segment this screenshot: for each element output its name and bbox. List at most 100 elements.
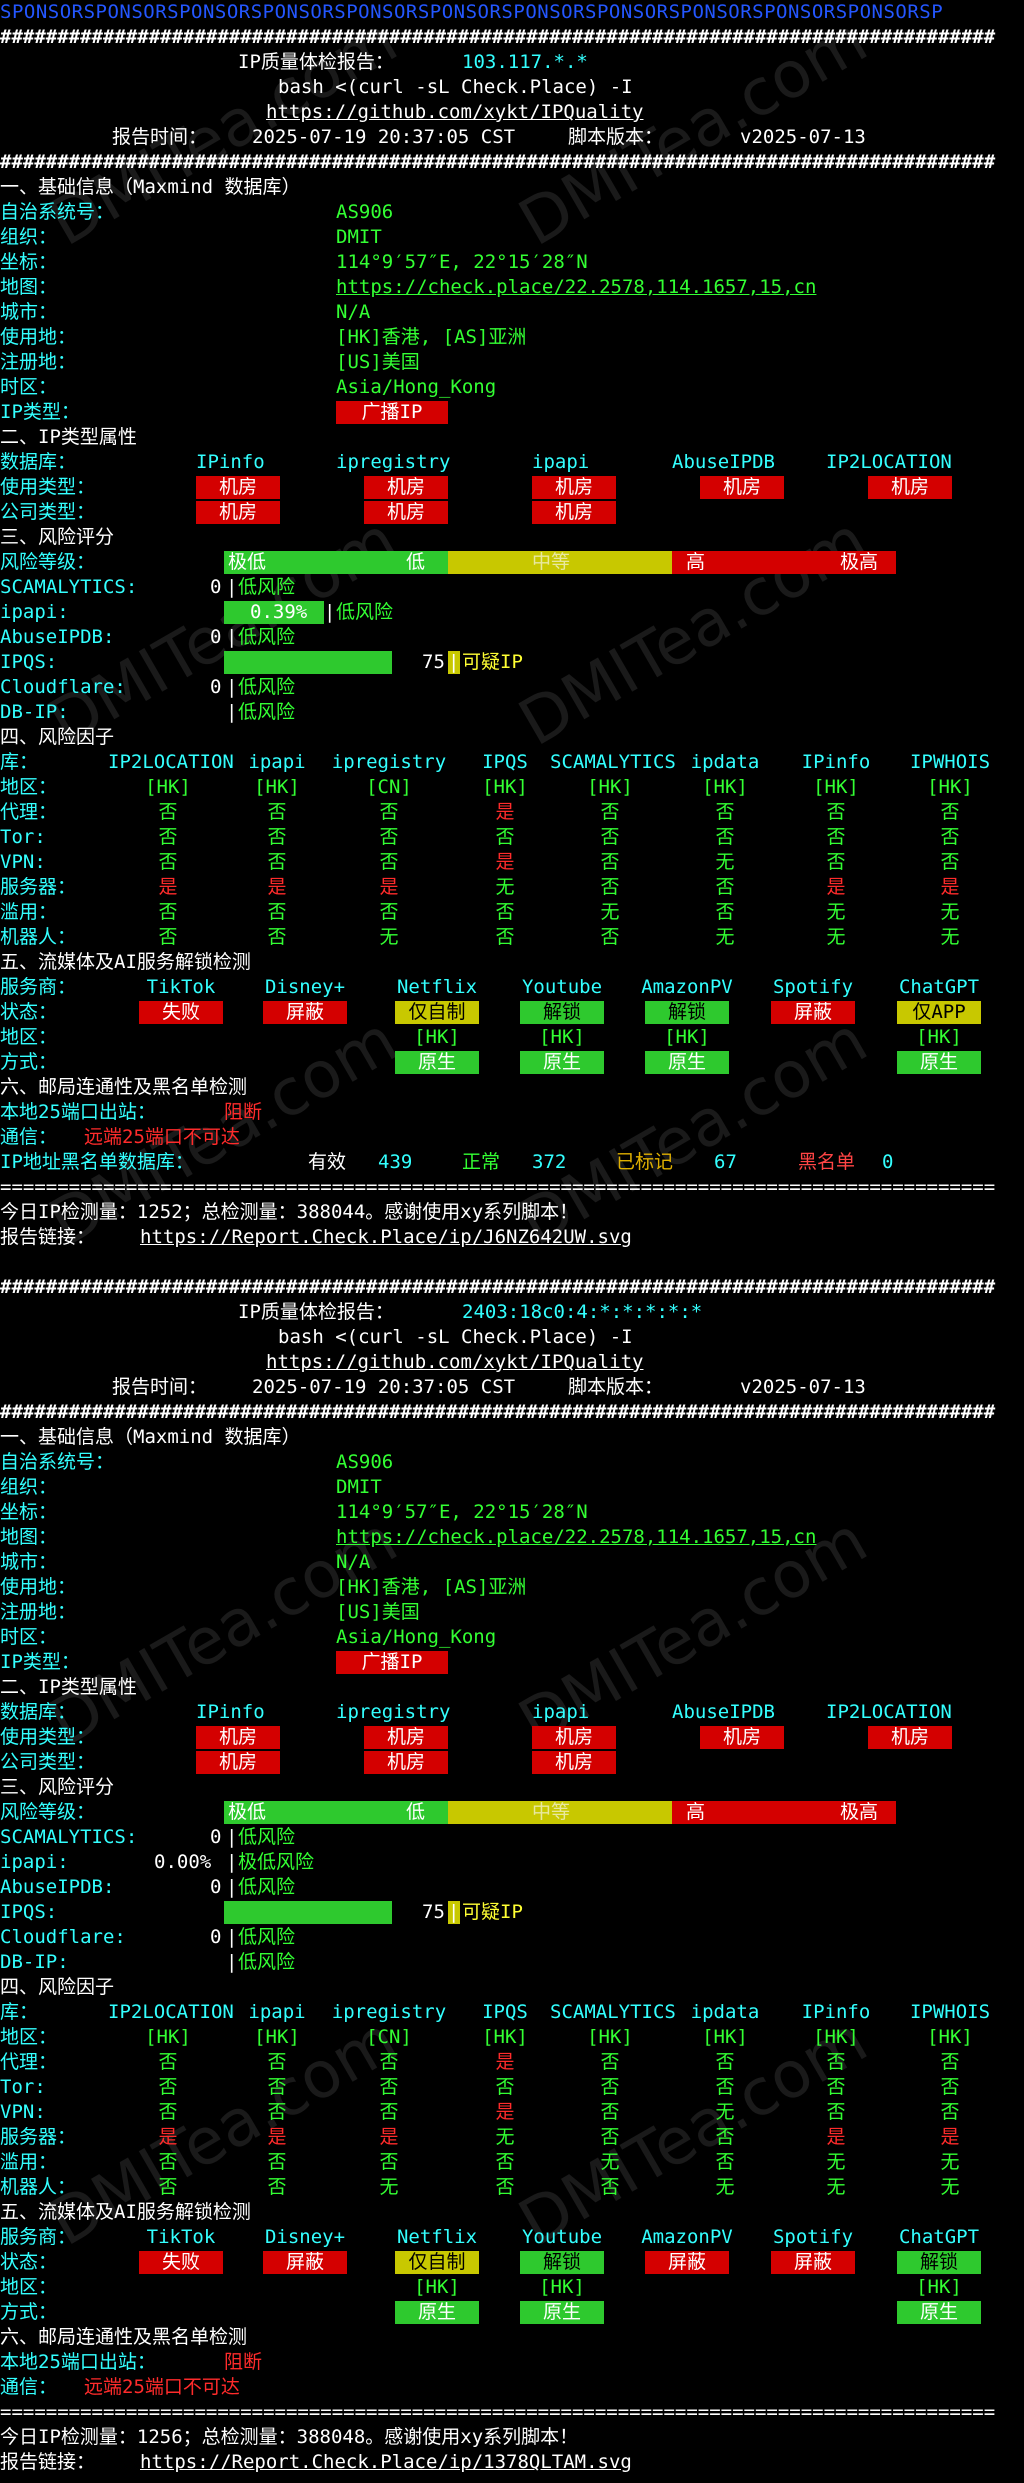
field-value: [HK]香港, [AS]亚洲 <box>336 1576 527 1598</box>
field-label: VPN: <box>0 851 46 873</box>
risk-text: 低风险 <box>238 576 296 598</box>
bar-sep: | <box>226 626 238 648</box>
factor-column-header: ipregistry <box>331 751 447 773</box>
risk-scale-label: 低 <box>406 551 426 573</box>
factor-column-header: IP2LOCATION <box>108 751 234 773</box>
service-status-tag: 屏蔽 <box>263 1001 347 1024</box>
factor-value: 无 <box>715 851 735 873</box>
map-link[interactable]: https://check.place/22.2578,114.1657,15,… <box>336 1525 816 1550</box>
factor-row: 服务器： 是 是 是 无 否 否 是 是 <box>0 875 1024 900</box>
eq-divider-text: ========================================… <box>0 1176 996 1198</box>
field-label: 风险等级： <box>0 551 96 573</box>
field-label: 地图： <box>0 1526 58 1548</box>
risk-text: 低风险 <box>238 1826 296 1848</box>
port25-status: 阻断 <box>224 1101 263 1123</box>
service-method-row: 方式： 原生 原生 原生 <box>0 2300 1024 2325</box>
factor-value: 无 <box>379 2176 399 2198</box>
factor-value: 否 <box>600 826 620 848</box>
service-region-row: 地区： [HK] [HK] [HK] <box>0 2275 1024 2300</box>
factor-value: [CN] <box>366 2026 412 2048</box>
factor-value: [HK] <box>482 776 528 798</box>
bl-normal-count: 372 <box>532 1151 567 1173</box>
field-label: 坐标： <box>0 251 58 273</box>
factor-value: 否 <box>940 2101 960 2123</box>
repo-link[interactable]: https://github.com/xykt/IPQuality <box>266 100 644 125</box>
bar-sep: | <box>226 1876 238 1898</box>
field-label: 组织： <box>0 1476 58 1498</box>
factor-value: [HK] <box>254 776 300 798</box>
db-column-header: ipregistry <box>336 451 451 473</box>
mail-comm-row: 通信： 远端25端口不可达 <box>0 1125 1024 1150</box>
field-label: 使用地： <box>0 1576 77 1598</box>
stats-row: 今日IP检测量：1256；总检测量：388048。感谢使用xy系列脚本！ <box>0 2425 1024 2450</box>
section-factors: 四、风险因子 <box>0 1975 1024 2000</box>
use-type-tag: 机房 <box>196 476 280 499</box>
risk-scale-label: 中等 <box>532 551 571 573</box>
risk-score: 0 <box>210 576 222 598</box>
company-type-tag: 机房 <box>196 1751 280 1774</box>
field-label: Cloudflare: <box>0 676 126 698</box>
factor-value: 无 <box>715 2101 735 2123</box>
factor-column-header: IPinfo <box>801 751 871 773</box>
scamalytics-row: SCAMALYTICS: 0 | 低风险 <box>0 575 1024 600</box>
usage-stats: 今日IP检测量：1252；总检测量：388044。感谢使用xy系列脚本！ <box>0 1201 579 1223</box>
section-title: 六、邮局连通性及黑名单检测 <box>0 2326 248 2348</box>
report-link[interactable]: https://Report.Check.Place/ip/J6NZ642UW.… <box>140 1225 632 1250</box>
factor-value: 否 <box>600 2101 620 2123</box>
factor-value: 是 <box>940 876 960 898</box>
service-status-tag: 仅自制 <box>395 1001 479 1024</box>
report-ip: 2403:18c0:4:*:*:*:*:* <box>462 1301 703 1323</box>
field-label: DB-IP: <box>0 1951 69 1973</box>
factor-column-header: IPWHOIS <box>909 751 991 773</box>
factor-value: 是 <box>495 2101 515 2123</box>
bar-sep: | <box>226 701 238 723</box>
command-line: bash <(curl -sL Check.Place) -I <box>0 75 1024 100</box>
field-label: 使用类型： <box>0 476 96 498</box>
company-type-tag: 机房 <box>532 1751 616 1774</box>
basic-info-row: 城市： N/A <box>0 1550 1024 1575</box>
section-mail: 六、邮局连通性及黑名单检测 <box>0 2325 1024 2350</box>
basic-info-row: 注册地： [US]美国 <box>0 1600 1024 1625</box>
basic-info-row: 城市： N/A <box>0 300 1024 325</box>
factor-value: 无 <box>495 2126 515 2148</box>
field-label: 使用类型： <box>0 1726 96 1748</box>
repo-link[interactable]: https://github.com/xykt/IPQuality <box>266 1350 644 1375</box>
bl-valid-count: 439 <box>378 1151 413 1173</box>
field-label: ipapi: <box>0 1851 69 1873</box>
service-status-tag: 屏蔽 <box>771 2251 855 2274</box>
field-value: 114°9′57″E, 22°15′28″N <box>336 1501 588 1523</box>
factor-value: 是 <box>379 2126 399 2148</box>
factor-row: Tor: 否 否 否 否 否 否 否 否 <box>0 2075 1024 2100</box>
report-link[interactable]: https://Report.Check.Place/ip/1378QLTAM.… <box>140 2450 632 2475</box>
factor-value: 否 <box>267 2176 287 2198</box>
factor-value: 否 <box>379 801 399 823</box>
db-column-header: ipapi <box>532 451 590 473</box>
factor-value: 否 <box>267 801 287 823</box>
service-status-tag: 解锁 <box>645 1001 729 1024</box>
factor-value: 否 <box>495 2176 515 2198</box>
bl-black-label: 黑名单 <box>798 1151 856 1173</box>
risk-score: 75 <box>422 651 445 673</box>
stats-row: 今日IP检测量：1252；总检测量：388044。感谢使用xy系列脚本！ <box>0 1200 1024 1225</box>
factor-value: 是 <box>158 876 178 898</box>
basic-info-row: 使用地： [HK]香港, [AS]亚洲 <box>0 325 1024 350</box>
service-status-tag: 仅自制 <box>395 2251 479 2274</box>
factor-value: [HK] <box>482 2026 528 2048</box>
map-link[interactable]: https://check.place/22.2578,114.1657,15,… <box>336 275 816 300</box>
field-value: AS906 <box>336 201 394 223</box>
cloudflare-row: Cloudflare: 0 | 低风险 <box>0 1925 1024 1950</box>
factor-value: 是 <box>826 2126 846 2148</box>
risk-score: 0 <box>210 1876 222 1898</box>
use-type-tag: 机房 <box>700 476 784 499</box>
type-db-header: 数据库： IPinfo ipregistry ipapi AbuseIPDB IP2LOC… <box>0 1700 1024 1725</box>
type-db-header: 数据库： IPinfo ipregistry ipapi AbuseIPDB IP2LOC… <box>0 450 1024 475</box>
field-label: 服务商： <box>0 976 77 998</box>
bar-sep: | <box>448 651 460 673</box>
basic-info-row: 坐标： 114°9′57″E, 22°15′28″N <box>0 1500 1024 1525</box>
field-label: 方式： <box>0 1051 58 1073</box>
risk-score: 75 <box>422 1901 445 1923</box>
basic-info-row: 时区： Asia/Hong_Kong <box>0 1625 1024 1650</box>
field-label: ipapi: <box>0 601 69 623</box>
factor-value: 否 <box>267 901 287 923</box>
risk-level-row: 风险等级： 极低 低 中等 高 极高 <box>0 1800 1024 1825</box>
